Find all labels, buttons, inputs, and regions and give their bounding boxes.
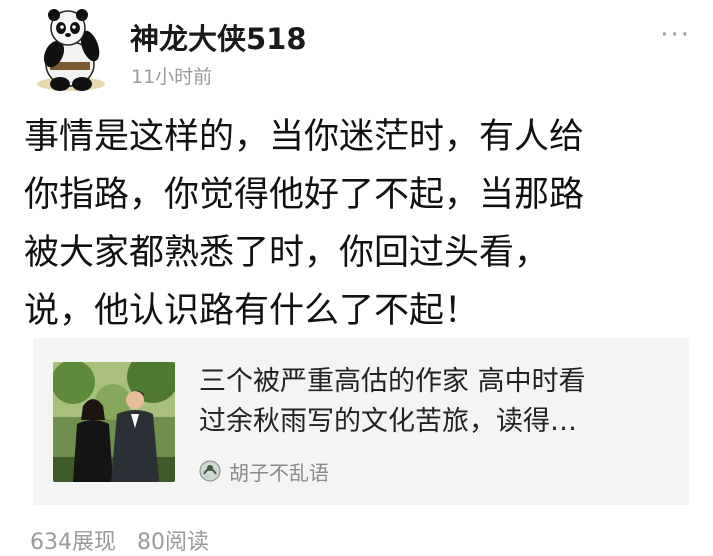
post-text-line: 被大家都熟悉了时，你回过头看， [24, 233, 550, 273]
post-text-line: 事情是这样的，当你迷茫时，有人给 [24, 117, 585, 157]
views-count: 634展现 [30, 530, 116, 555]
source-name: 胡子不乱语 [229, 460, 329, 485]
author-avatar[interactable] [28, 6, 110, 92]
post-text-line: 你指路，你觉得他好了不起，当那路 [24, 175, 585, 215]
reads-count: 80阅读 [137, 530, 209, 555]
article-title-line: 三个被严重高估的作家 高中时看 [199, 366, 586, 397]
linked-article-card[interactable]: 三个被严重高估的作家 高中时看 过余秋雨写的文化苦旅，读得… 胡子不乱语 [33, 338, 689, 505]
source-avatar-icon [199, 460, 221, 482]
author-name[interactable]: 神龙大侠518 [130, 16, 307, 58]
post-text-line: 说，他认识路有什么了不起！ [24, 291, 480, 331]
post-timestamp: 11小时前 [131, 66, 213, 88]
post-stats: 634展现 80阅读 [30, 524, 223, 556]
panda-avatar-icon [37, 9, 105, 91]
article-source[interactable]: 胡子不乱语 [199, 457, 329, 485]
article-title-line: 过余秋雨写的文化苦旅，读得… [199, 406, 577, 437]
more-dots-icon: ··· [660, 20, 691, 50]
more-options-button[interactable]: ··· [660, 20, 691, 50]
article-title[interactable]: 三个被严重高估的作家 高中时看 过余秋雨写的文化苦旅，读得… [199, 362, 671, 442]
article-thumbnail [53, 362, 175, 482]
post-text: 事情是这样的，当你迷茫时，有人给 你指路，你觉得他好了不起，当那路 被大家都熟悉… [24, 108, 694, 340]
